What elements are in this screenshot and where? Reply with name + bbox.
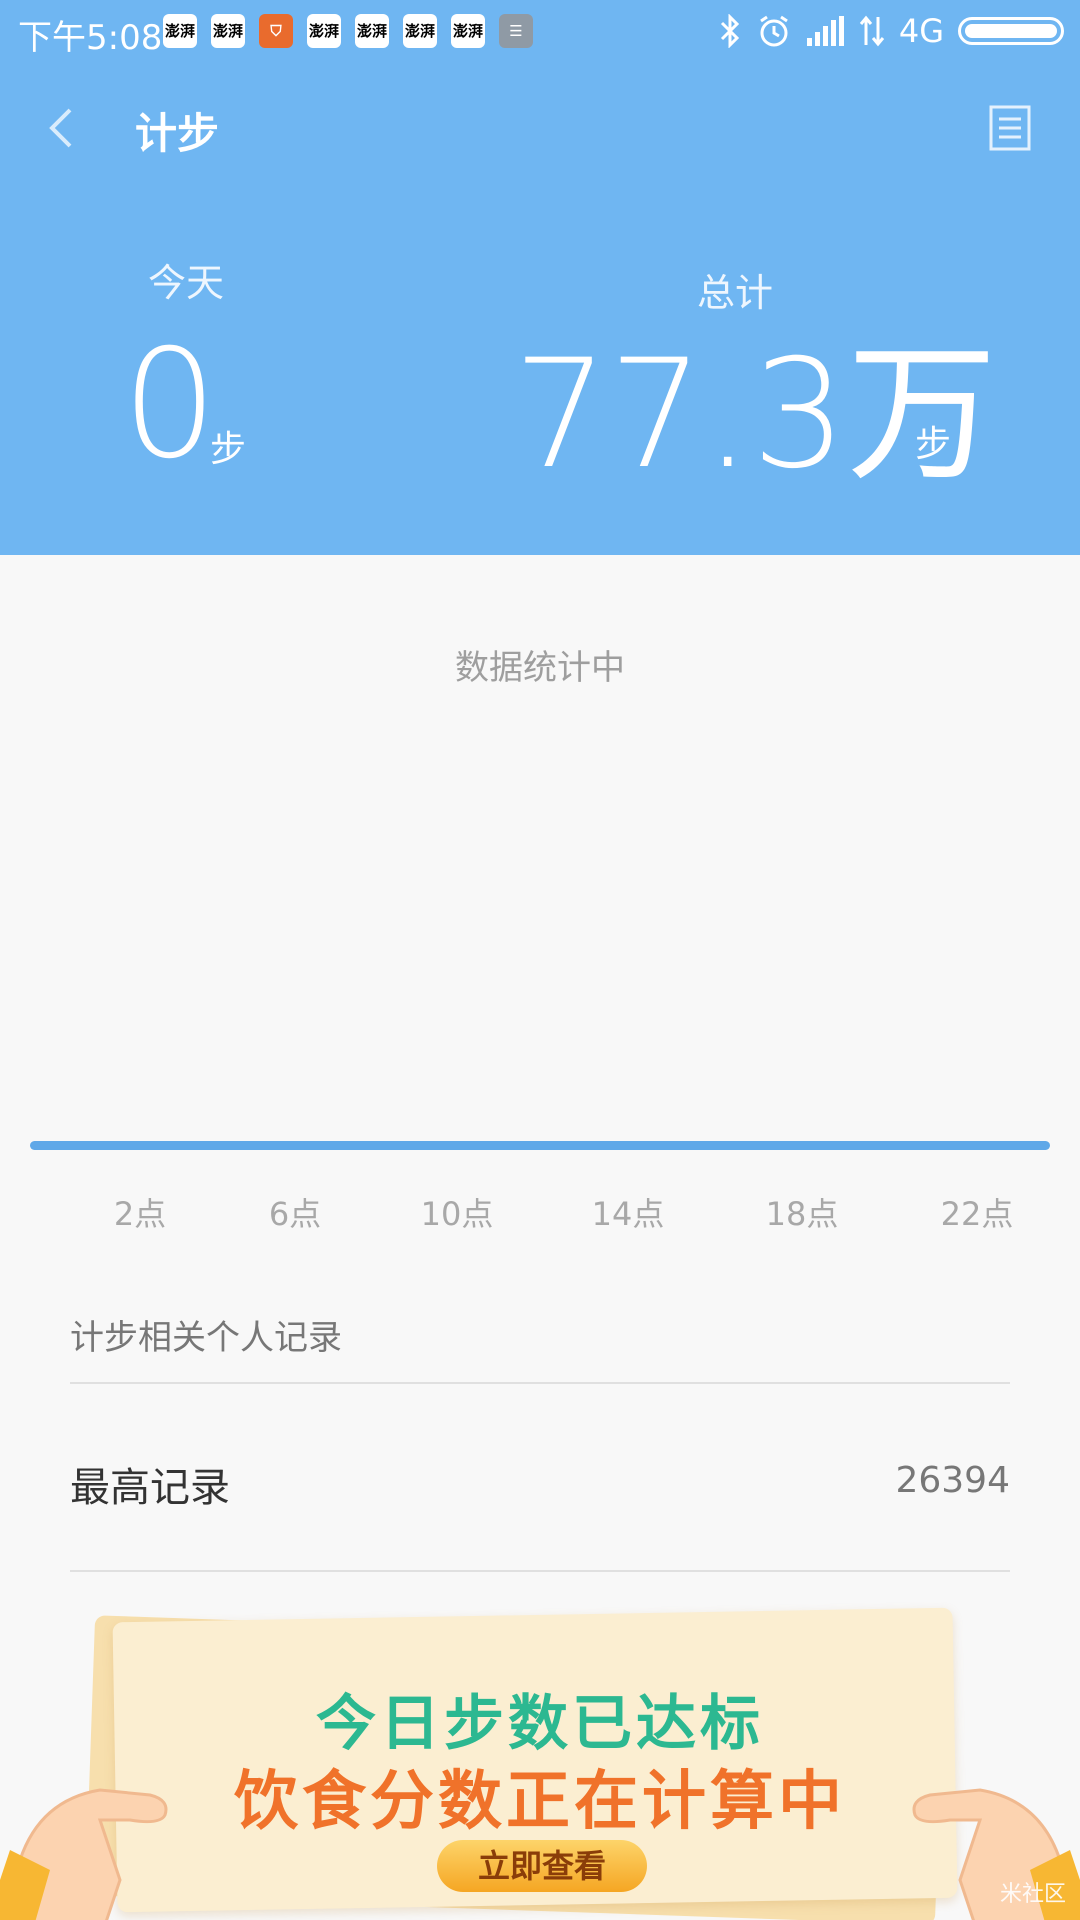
header: 下午5:08 澎湃 澎湃 ⛉ 澎湃 澎湃 澎湃 澎湃 ☰ 4G 计步 今天 0 … <box>0 0 1080 555</box>
records-section-title: 计步相关个人记录 <box>70 1318 342 1358</box>
divider <box>70 1382 1010 1384</box>
axis-tick-label: 14点 <box>592 1195 665 1233</box>
notification-icon: 澎湃 <box>307 14 341 48</box>
total-label: 总计 <box>697 271 774 315</box>
battery-icon <box>958 17 1064 45</box>
today-steps: 0 <box>122 318 218 492</box>
axis-tick-label: 2点 <box>114 1195 166 1233</box>
message-icon: ☰ <box>499 14 533 48</box>
bluetooth-icon <box>720 14 739 48</box>
best-record-value: 26394 <box>895 1460 1010 1501</box>
axis-tick-label: 10点 <box>421 1195 494 1233</box>
notification-icon: 澎湃 <box>163 14 197 48</box>
axis-tick-label: 6点 <box>269 1195 321 1233</box>
chart-baseline <box>30 1141 1050 1150</box>
view-now-button[interactable]: 立即查看 <box>437 1840 647 1892</box>
shield-icon: ⛉ <box>259 14 293 48</box>
chart-time-axis: 2点 6点 10点 14点 18点 22点 <box>114 1195 1014 1233</box>
notification-icon: 澎湃 <box>355 14 389 48</box>
chart-status: 数据统计中 <box>455 648 625 688</box>
notification-icon: 澎湃 <box>211 14 245 48</box>
status-time: 下午5:08 <box>18 18 163 58</box>
total-unit: 步 <box>915 424 952 465</box>
today-label: 今天 <box>148 261 225 305</box>
today-unit: 步 <box>210 429 247 470</box>
back-icon[interactable] <box>36 100 92 156</box>
best-record-label: 最高记录 <box>70 1465 230 1511</box>
axis-tick-label: 18点 <box>766 1195 839 1233</box>
watermark: 米社区 <box>999 1882 1066 1907</box>
toolbar: 计步 <box>0 80 1080 176</box>
network-type: 4G <box>898 12 944 50</box>
signal-icon <box>806 16 844 46</box>
data-transfer-icon <box>859 15 884 47</box>
divider <box>70 1570 1010 1572</box>
notification-icon: 澎湃 <box>451 14 485 48</box>
list-menu-icon[interactable] <box>984 102 1036 154</box>
banner-headline: 今日步数已达标 <box>316 1689 764 1759</box>
axis-tick-label: 22点 <box>941 1195 1014 1233</box>
status-bar: 下午5:08 澎湃 澎湃 ⛉ 澎湃 澎湃 澎湃 澎湃 ☰ 4G <box>0 0 1080 62</box>
banner-subheadline: 饮食分数正在计算中 <box>234 1765 846 1839</box>
status-indicators: 4G <box>717 12 1064 50</box>
page-title: 计步 <box>135 109 220 158</box>
promo-banner[interactable]: 今日步数已达标 饮食分数正在计算中 立即查看 米社区 <box>0 1590 1080 1920</box>
notification-icon: 澎湃 <box>403 14 437 48</box>
alarm-icon <box>760 15 788 47</box>
